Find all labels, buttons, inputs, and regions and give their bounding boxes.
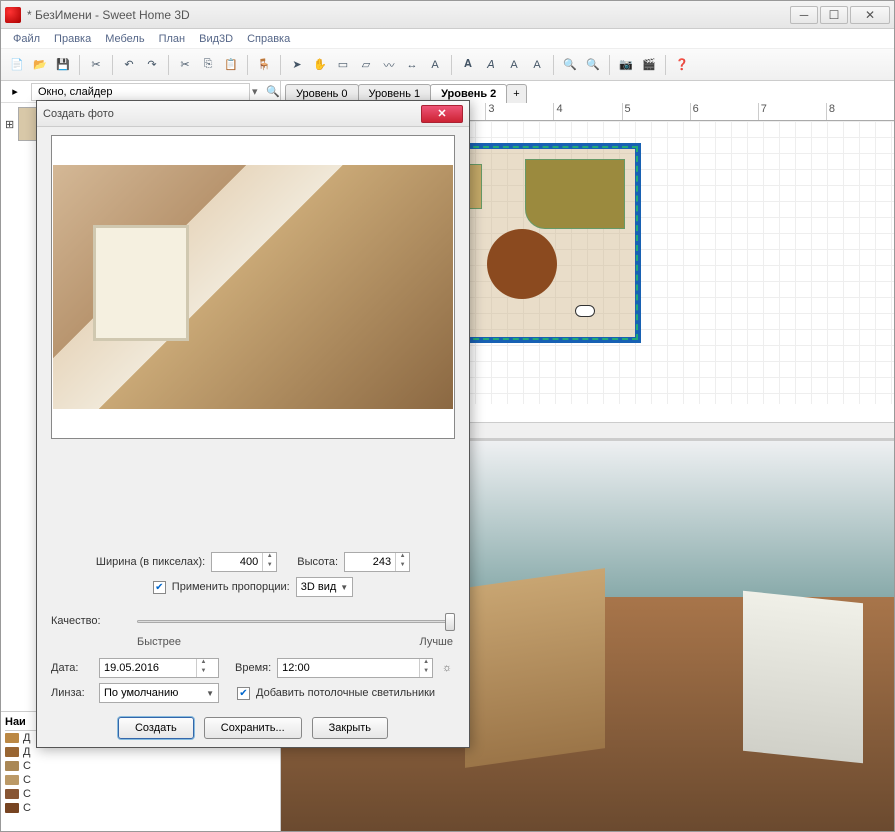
- spin-up-icon[interactable]: ▲: [420, 659, 432, 668]
- width-input[interactable]: [212, 556, 262, 568]
- preferences-icon[interactable]: ✂: [86, 55, 106, 75]
- furniture-3d: [743, 591, 863, 764]
- spin-down-icon[interactable]: ▼: [396, 562, 409, 571]
- close-button[interactable]: ✕: [850, 6, 890, 24]
- menu-help[interactable]: Справка: [241, 31, 296, 47]
- photo-icon[interactable]: 📷: [616, 55, 636, 75]
- lens-label: Линза:: [51, 687, 93, 699]
- furniture-sofa[interactable]: [525, 159, 625, 229]
- furniture-table[interactable]: [487, 229, 557, 299]
- height-spinner[interactable]: ▲▼: [344, 552, 410, 572]
- photo-preview: [51, 135, 455, 439]
- list-item[interactable]: С: [5, 759, 276, 773]
- redo-icon[interactable]: ↷: [142, 55, 162, 75]
- spin-up-icon[interactable]: ▲: [396, 553, 409, 562]
- app-icon: [5, 7, 21, 23]
- date-spinner[interactable]: ▲▼: [99, 658, 219, 678]
- lens-combo[interactable]: По умолчанию▼: [99, 683, 219, 703]
- quality-fast-label: Быстрее: [137, 636, 181, 648]
- photo-dialog: Создать фото ✕ Ширина (в пикселах): ▲▼ В…: [36, 100, 470, 748]
- paste-icon[interactable]: 📋: [221, 55, 241, 75]
- list-item[interactable]: С: [5, 801, 276, 815]
- apply-ratio-checkbox[interactable]: ✔: [153, 581, 166, 594]
- spin-down-icon[interactable]: ▼: [420, 668, 432, 677]
- text-italic-icon[interactable]: 𝘈: [481, 55, 501, 75]
- save-button[interactable]: Сохранить...: [204, 717, 302, 739]
- time-label: Время:: [235, 662, 271, 674]
- video-icon[interactable]: 🎬: [639, 55, 659, 75]
- preview-image: [53, 165, 453, 409]
- width-spinner[interactable]: ▲▼: [211, 552, 277, 572]
- quality-label: Качество:: [51, 615, 131, 627]
- new-icon[interactable]: 📄: [7, 55, 27, 75]
- slider-thumb[interactable]: [445, 613, 455, 631]
- time-input[interactable]: [278, 662, 419, 674]
- time-spinner[interactable]: ▲▼: [277, 658, 433, 678]
- chevron-down-icon: ▼: [340, 583, 348, 592]
- dimension-icon[interactable]: ↔: [402, 55, 422, 75]
- menu-view3d[interactable]: Вид3D: [193, 31, 239, 47]
- spin-up-icon[interactable]: ▲: [263, 553, 276, 562]
- date-input[interactable]: [100, 662, 196, 674]
- text-size-down-icon[interactable]: A: [527, 55, 547, 75]
- spin-down-icon[interactable]: ▼: [197, 668, 210, 677]
- chevron-down-icon: ▼: [206, 689, 214, 698]
- dialog-close-button[interactable]: ✕: [421, 105, 463, 123]
- room-icon[interactable]: ▱: [356, 55, 376, 75]
- save-icon[interactable]: 💾: [53, 55, 73, 75]
- spin-down-icon[interactable]: ▼: [263, 562, 276, 571]
- open-icon[interactable]: 📂: [30, 55, 50, 75]
- minimize-button[interactable]: ─: [790, 6, 818, 24]
- text-icon[interactable]: A: [425, 55, 445, 75]
- close-dialog-button[interactable]: Закрыть: [312, 717, 388, 739]
- text-bold-icon[interactable]: 𝐀: [458, 55, 478, 75]
- copy-icon[interactable]: ⎘: [198, 55, 218, 75]
- maximize-button[interactable]: ☐: [820, 6, 848, 24]
- menu-furniture[interactable]: Мебель: [99, 31, 150, 47]
- wall-icon[interactable]: ▭: [333, 55, 353, 75]
- window-title: * БезИмени - Sweet Home 3D: [27, 8, 790, 22]
- help-icon[interactable]: ❓: [672, 55, 692, 75]
- menu-file[interactable]: Файл: [7, 31, 46, 47]
- height-input[interactable]: [345, 556, 395, 568]
- height-label: Высота:: [297, 556, 338, 568]
- zoom-in-icon[interactable]: 🔍: [560, 55, 580, 75]
- toolbar: 📄 📂 💾 ✂ ↶ ↷ ✂ ⎘ 📋 🪑 ➤ ✋ ▭ ▱ 〰 ↔ A 𝐀 𝘈 A …: [1, 49, 894, 81]
- zoom-out-icon[interactable]: 🔍: [583, 55, 603, 75]
- list-item[interactable]: С: [5, 787, 276, 801]
- polyline-icon[interactable]: 〰: [379, 55, 399, 75]
- date-label: Дата:: [51, 662, 93, 674]
- pan-icon[interactable]: ✋: [310, 55, 330, 75]
- quality-slider[interactable]: [137, 611, 455, 631]
- menubar: Файл Правка Мебель План Вид3D Справка: [1, 29, 894, 49]
- menu-plan[interactable]: План: [153, 31, 192, 47]
- sun-icon[interactable]: ☼: [439, 660, 455, 676]
- tab-add-level[interactable]: +: [506, 84, 526, 103]
- cut-icon[interactable]: ✂: [175, 55, 195, 75]
- text-size-up-icon[interactable]: A: [504, 55, 524, 75]
- titlebar: * БезИмени - Sweet Home 3D ─ ☐ ✕: [1, 1, 894, 29]
- camera-icon[interactable]: [575, 305, 595, 317]
- furniture-3d: [465, 568, 605, 768]
- add-lights-checkbox[interactable]: ✔: [237, 687, 250, 700]
- apply-ratio-label: Применить пропорции:: [172, 581, 290, 593]
- catalog-selected[interactable]: Окно, слайдер: [31, 83, 250, 101]
- add-lights-label: Добавить потолочные светильники: [256, 687, 435, 699]
- dialog-title: Создать фото: [43, 108, 421, 120]
- dialog-titlebar: Создать фото ✕: [37, 101, 469, 127]
- select-icon[interactable]: ➤: [287, 55, 307, 75]
- width-label: Ширина (в пикселах):: [96, 556, 205, 568]
- spin-up-icon[interactable]: ▲: [197, 659, 210, 668]
- menu-edit[interactable]: Правка: [48, 31, 97, 47]
- add-furniture-icon[interactable]: 🪑: [254, 55, 274, 75]
- create-button[interactable]: Создать: [118, 717, 194, 739]
- undo-icon[interactable]: ↶: [119, 55, 139, 75]
- list-item[interactable]: С: [5, 773, 276, 787]
- ratio-combo[interactable]: 3D вид▼: [296, 577, 353, 597]
- quality-best-label: Лучше: [419, 636, 453, 648]
